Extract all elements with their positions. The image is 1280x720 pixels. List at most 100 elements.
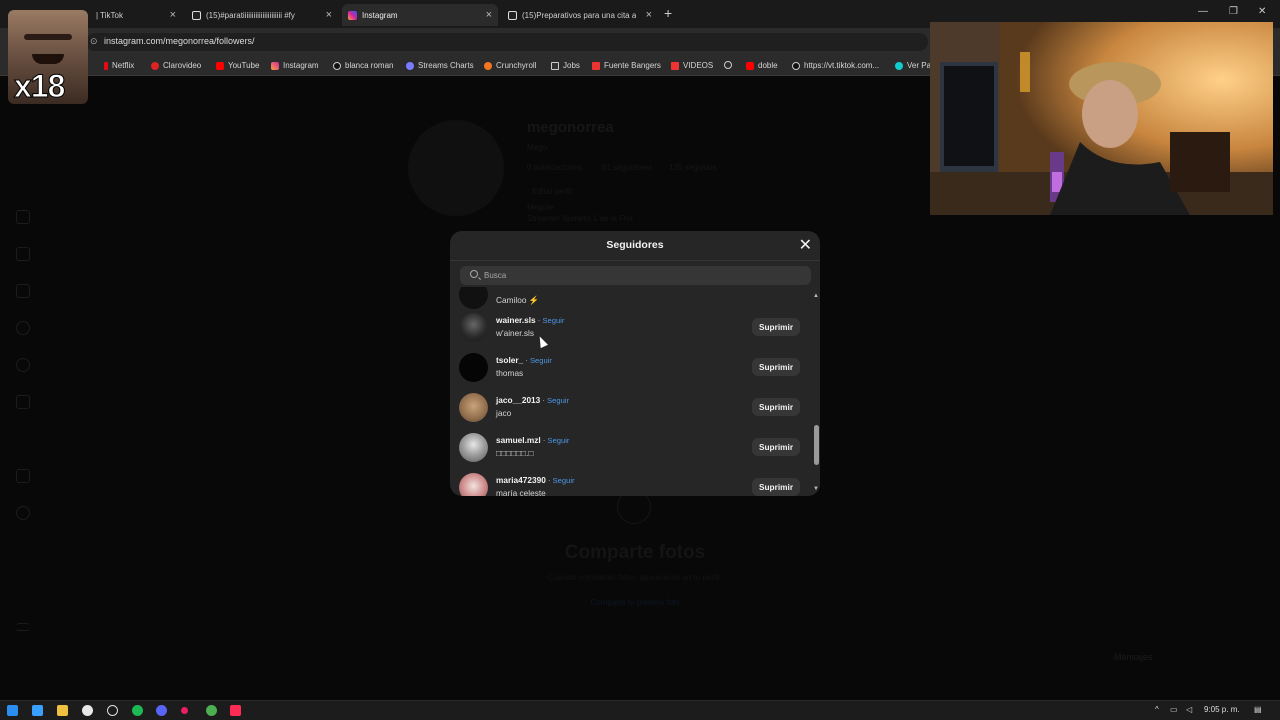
close-icon[interactable]: ✕ [799,235,812,255]
avatar[interactable] [459,287,488,309]
search-box[interactable] [460,266,811,285]
follower-username[interactable]: tsoler_ [496,355,523,365]
bookmark-netflix[interactable]: Netflix [104,61,134,70]
url-field[interactable]: ⊙ instagram.com/megonorrea/followers/ [86,33,928,51]
clarovideo-icon [151,61,159,70]
multiplier-badge: x18 [13,68,65,105]
remove-button[interactable]: Suprimir [752,358,800,376]
avatar[interactable] [459,393,488,422]
tab-label: Instagram [362,10,398,20]
list-item: wainer.sls · Seguir w'ainer.sls Suprimir [450,307,810,347]
tab-tiktok[interactable]: | TikTok × [90,4,182,26]
close-window-icon[interactable]: ✕ [1258,6,1266,17]
tiktok-icon[interactable] [230,705,241,716]
avatar[interactable] [459,473,488,496]
chrome-icon[interactable] [206,705,217,716]
discord-icon[interactable] [156,705,167,716]
tv-icon [551,61,559,70]
tab-tiktok-paratiii[interactable]: (15)#paratiiiiiiiiiiiiiiiiiiiiii #fy × [186,4,338,26]
follow-button[interactable]: Seguir [547,396,569,405]
bookmark-clarovideo[interactable]: Clarovideo [151,61,201,70]
record-icon[interactable] [181,707,188,714]
instagram-icon [271,61,279,70]
bookmark-instagram[interactable]: Instagram [271,61,319,70]
bookmark-globe[interactable] [724,61,736,69]
tab-tiktok-preparativos[interactable]: (15)Preparativos para una cita a × [502,4,658,26]
follower-username[interactable]: wainer.sls [496,315,536,325]
list-item: samuel.mzl · Seguir □□□□□□.□ Suprimir [450,427,810,467]
close-icon[interactable]: × [326,9,332,21]
divider [450,260,820,261]
tab-instagram[interactable]: Instagram × [342,4,498,26]
list-item: maria472390 · Seguir maría celeste Suprimi… [450,467,810,496]
tiktok-icon [792,61,800,70]
search-icon [470,270,478,278]
streams-charts-icon [406,61,414,70]
bookmark-jobs[interactable]: Jobs [551,61,580,70]
bookmark-doble[interactable]: doble [746,61,778,70]
bookmark-vt-tiktok[interactable]: https://vt.tiktok.com... [792,61,879,70]
bookmark-ver-pa[interactable]: Ver Pa [895,61,931,70]
remove-button[interactable]: Suprimir [752,398,800,416]
modal-title: Seguidores [606,239,664,251]
instagram-icon [348,10,357,20]
close-icon[interactable]: × [170,9,176,21]
windows-start-icon[interactable] [7,705,18,716]
taskbar-clock[interactable]: 9:05 p. m. [1204,705,1240,714]
follower-name: □□□□□□.□ [496,448,534,458]
follow-button[interactable]: Seguir [530,356,552,365]
follow-button[interactable]: Seguir [553,476,575,485]
follower-name: jaco [496,408,512,418]
notifications-icon[interactable]: ▤ [1254,705,1262,714]
scroll-down-icon[interactable]: ▼ [813,486,819,492]
bookmark-videos[interactable]: VIDEOS [671,61,713,70]
bookmark-youtube[interactable]: YouTube [216,61,259,70]
tiktok-icon [192,10,201,20]
network-icon[interactable]: ▭ [1170,705,1178,714]
avatar[interactable] [459,353,488,382]
follower-username[interactable]: maria472390 [496,475,546,485]
store-icon[interactable] [32,705,43,716]
crunchyroll-icon [484,61,492,70]
site-info-icon[interactable]: ⊙ [90,36,98,47]
close-icon[interactable]: × [646,9,652,21]
webcam-feed [930,22,1273,215]
remove-button[interactable]: Suprimir [752,478,800,496]
globe-icon [724,61,732,69]
tiktok-icon [333,61,341,70]
follow-button[interactable]: Seguir [542,316,564,325]
taskbar: ^ ▭ ◁ 9:05 p. m. ▤ [0,700,1280,720]
follow-button[interactable]: Seguir [548,436,570,445]
remove-button[interactable]: Suprimir [752,318,800,336]
netflix-icon [104,61,108,70]
follower-name: thomas [496,368,524,378]
tiktok-icon [508,10,517,20]
followers-modal: Seguidores ✕ Camiloo ⚡ wainer.sls·Seguir… [450,231,820,496]
youtube-icon [216,61,224,70]
volume-icon[interactable]: ◁ [1186,705,1192,714]
bookmark-streams-charts[interactable]: Streams Charts [406,61,474,70]
scroll-up-icon[interactable]: ▲ [813,293,819,299]
spotify-icon[interactable] [132,705,143,716]
avatar[interactable] [459,313,488,342]
tray-chevron-icon[interactable]: ^ [1155,705,1159,714]
follower-username[interactable]: jaco__2013 [496,395,540,405]
remove-button[interactable]: Suprimir [752,438,800,456]
search-input[interactable] [484,268,784,283]
webcam-scene [930,22,1273,215]
close-icon[interactable]: × [486,9,492,21]
app-icon[interactable] [107,705,118,716]
new-tab-button[interactable]: + [664,5,672,21]
restore-icon[interactable]: ❐ [1229,6,1238,17]
file-explorer-icon[interactable] [57,705,68,716]
bookmark-blanca-roman[interactable]: blanca roman [333,61,393,70]
avatar[interactable] [459,433,488,462]
chrome-icon[interactable] [82,705,93,716]
folder-icon [671,61,679,70]
minimize-icon[interactable]: — [1198,6,1208,17]
scrollbar-thumb[interactable] [814,425,819,465]
bookmark-crunchyroll[interactable]: Crunchyroll [484,61,536,70]
bookmark-fuente-bangers[interactable]: Fuente Bangers [592,61,661,70]
follower-username[interactable]: samuel.mzl [496,435,541,445]
followers-list[interactable]: Camiloo ⚡ wainer.sls · Seguir w'ainer.sls … [450,287,820,496]
